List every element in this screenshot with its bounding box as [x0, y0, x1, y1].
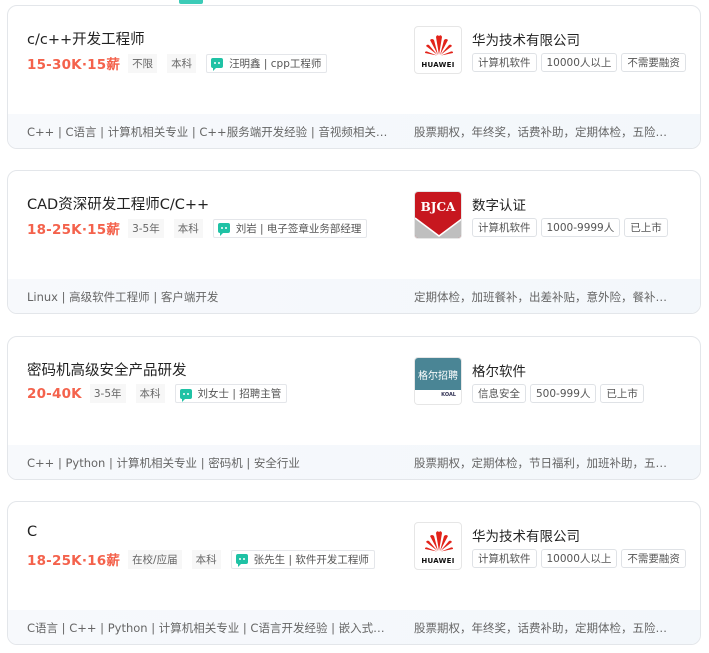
job-info: 18-25K·15薪 3-5年 本科 刘岩 | 电子签章业务部经理 — [27, 218, 368, 238]
company-logo[interactable]: HUAWEI — [414, 26, 462, 74]
recruiter-name: 张先生 | 软件开发工程师 — [253, 553, 369, 566]
salary: 18-25K·15薪 — [27, 222, 121, 238]
industry-tag: 计算机软件 — [472, 218, 537, 237]
job-info: 15-30K·15薪 不限 本科 汪明鑫 | cpp工程师 — [27, 53, 328, 73]
recruiter-chat[interactable]: 刘岩 | 电子签章业务部经理 — [212, 218, 368, 238]
recruiter-name: 刘岩 | 电子签章业务部经理 — [235, 222, 362, 235]
salary: 15-30K·15薪 — [27, 57, 121, 73]
job-card[interactable]: c/c++开发工程师 15-30K·15薪 不限 本科 汪明鑫 | cpp工程师 — [7, 5, 701, 149]
company-logo[interactable]: HUAWEI — [414, 522, 462, 570]
job-info: 18-25K·16薪 在校/应届 本科 张先生 | 软件开发工程师 — [27, 549, 375, 569]
welfare-list: 股票期权，定期体检，节日福利，加班补助，五险一金 — [414, 456, 676, 470]
skill-tags: C++ | Python | 计算机相关专业 | 密码机 | 安全行业 — [27, 456, 300, 470]
education-tag: 本科 — [191, 549, 221, 569]
logo-text: 格尔招聘 — [418, 370, 458, 382]
job-card[interactable]: CAD资深研发工程师C/C++ 18-25K·15薪 3-5年 本科 刘岩 | … — [7, 170, 701, 314]
logo-text: HUAWEI — [421, 557, 455, 565]
logo-text: HUAWEI — [421, 61, 455, 69]
recruiter-name: 刘女士 | 招聘主管 — [197, 388, 282, 400]
education-tag: 本科 — [167, 53, 197, 73]
recruiter-chat[interactable]: 张先生 | 软件开发工程师 — [230, 549, 375, 569]
job-title[interactable]: CAD资深研发工程师C/C++ — [27, 193, 209, 214]
size-tag: 1000-9999人 — [540, 218, 621, 237]
funding-tag: 已上市 — [600, 384, 644, 403]
company-tags: 信息安全 500-999人 已上市 — [472, 384, 648, 403]
job-card[interactable]: 密码机高级安全产品研发 20-40K 3-5年 本科 刘女士 | 招聘主管 格尔… — [7, 336, 701, 480]
job-title[interactable]: 密码机高级安全产品研发 — [27, 359, 187, 380]
experience-tag: 3-5年 — [89, 384, 126, 403]
huawei-logo: HUAWEI — [415, 27, 461, 73]
job-title[interactable]: c/c++开发工程师 — [27, 28, 145, 49]
education-tag: 本科 — [173, 218, 203, 238]
chat-icon — [217, 223, 230, 236]
company-logo[interactable]: 格尔招聘 KOAL — [414, 357, 462, 405]
company-name[interactable]: 华为技术有限公司 — [472, 525, 580, 545]
bjca-logo: BJCA — [415, 192, 461, 238]
card-footer: C++ | Python | 计算机相关专业 | 密码机 | 安全行业 股票期权… — [8, 445, 700, 479]
funding-tag: 不需要融资 — [621, 549, 686, 568]
skill-tags: Linux | 高级软件工程师 | 客户端开发 — [27, 290, 219, 304]
company-name[interactable]: 华为技术有限公司 — [472, 29, 580, 49]
company-name[interactable]: 格尔软件 — [472, 360, 526, 380]
chat-icon — [179, 388, 192, 402]
size-tag: 10000人以上 — [540, 53, 618, 72]
recruiter-chat[interactable]: 刘女士 | 招聘主管 — [174, 384, 288, 403]
experience-tag: 3-5年 — [128, 218, 164, 238]
recruiter-chat[interactable]: 汪明鑫 | cpp工程师 — [206, 53, 328, 73]
job-info: 20-40K 3-5年 本科 刘女士 | 招聘主管 — [27, 384, 288, 403]
skill-tags: C语言 | C++ | Python | 计算机相关专业 | C语言开发经验 |… — [27, 621, 395, 635]
card-footer: Linux | 高级软件工程师 | 客户端开发 定期体检，加班餐补，出差补贴，意… — [8, 279, 700, 313]
company-tags: 计算机软件 1000-9999人 已上市 — [472, 218, 672, 237]
salary: 20-40K — [27, 385, 82, 402]
salary: 18-25K·16薪 — [27, 553, 121, 569]
funding-tag: 已上市 — [624, 218, 668, 237]
koal-logo: 格尔招聘 KOAL — [415, 358, 461, 404]
welfare-list: 股票期权，年终奖，话费补助，定期体检，五险一金，餐补 — [414, 125, 676, 139]
company-logo[interactable]: BJCA — [414, 191, 462, 239]
welfare-list: 股票期权，年终奖，话费补助，定期体检，五险一金，餐补 — [414, 621, 676, 635]
experience-tag: 在校/应届 — [128, 549, 182, 569]
recruiter-name: 汪明鑫 | cpp工程师 — [229, 57, 322, 70]
job-card[interactable]: C 18-25K·16薪 在校/应届 本科 张先生 | 软件开发工程师 HUAW… — [7, 501, 701, 645]
size-tag: 500-999人 — [530, 384, 597, 403]
job-title[interactable]: C — [27, 524, 37, 540]
experience-tag: 不限 — [128, 53, 158, 73]
chat-icon — [211, 58, 224, 71]
industry-tag: 信息安全 — [472, 384, 526, 403]
card-footer: C语言 | C++ | Python | 计算机相关专业 | C语言开发经验 |… — [8, 610, 700, 644]
company-tags: 计算机软件 10000人以上 不需要融资 — [472, 549, 690, 568]
size-tag: 10000人以上 — [540, 549, 618, 568]
company-tags: 计算机软件 10000人以上 不需要融资 — [472, 53, 690, 72]
active-tab-indicator — [179, 0, 203, 4]
chat-icon — [235, 554, 248, 567]
industry-tag: 计算机软件 — [472, 53, 537, 72]
welfare-list: 定期体检，加班餐补，出差补贴，意外险，餐补，交通补助 — [414, 290, 676, 304]
logo-text: BJCA — [420, 200, 456, 214]
skill-tags: C++ | C语言 | 计算机相关专业 | C++服务端开发经验 | 音视频相关… — [27, 125, 395, 139]
huawei-logo: HUAWEI — [415, 523, 461, 569]
funding-tag: 不需要融资 — [621, 53, 686, 72]
education-tag: 本科 — [135, 384, 165, 403]
industry-tag: 计算机软件 — [472, 549, 537, 568]
card-footer: C++ | C语言 | 计算机相关专业 | C++服务端开发经验 | 音视频相关… — [8, 114, 700, 148]
logo-subtext: KOAL — [441, 392, 456, 398]
company-name[interactable]: 数字认证 — [472, 194, 526, 214]
